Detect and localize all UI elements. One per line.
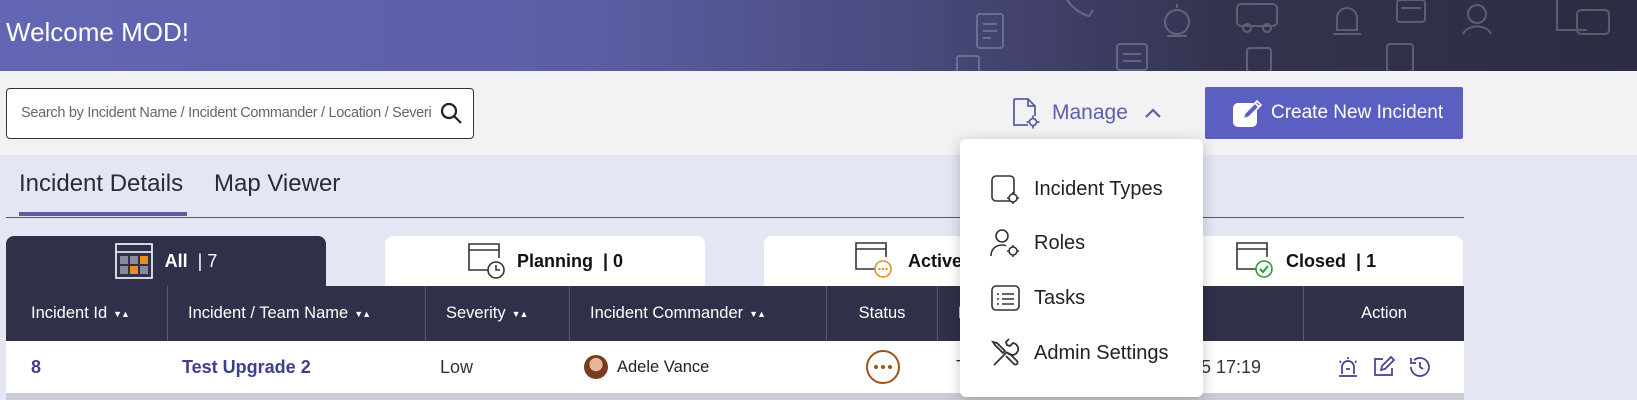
filter-all-label: All: [164, 250, 188, 271]
active-tab-indicator: [19, 212, 187, 216]
commander-name: Adele Vance: [617, 357, 710, 376]
header-decoration-icons: [956, 0, 1610, 71]
sort-icon: ▼▲: [113, 308, 130, 319]
column-header-incident-id[interactable]: Incident Id ▼▲: [6, 286, 168, 341]
manage-label: Manage: [1052, 101, 1128, 124]
column-label: Severity: [446, 304, 506, 322]
welcome-title: Welcome MOD!: [6, 17, 189, 47]
severity-value: Low: [440, 356, 474, 377]
column-label: Status: [858, 304, 906, 322]
search-box: [6, 88, 474, 139]
alert-siren-icon[interactable]: [1336, 355, 1360, 379]
row-actions: [1336, 341, 1432, 393]
menu-item-label: Tasks: [1034, 286, 1086, 309]
all-grid-icon: [114, 243, 153, 279]
filter-active-label: Active: [908, 250, 963, 271]
column-header-action: Action: [1304, 286, 1464, 341]
history-icon[interactable]: [1408, 355, 1432, 379]
sort-icon: ▼▲: [511, 308, 529, 319]
chevron-up-icon: [1145, 108, 1161, 118]
menu-item-label: Incident Types: [1034, 177, 1163, 200]
column-label: Action: [1361, 304, 1407, 322]
admin-settings-icon: [990, 337, 1020, 366]
search-icon[interactable]: [439, 101, 463, 125]
table-row: 8 Test Upgrade 2 Low Adele Vance T 5 17:…: [6, 341, 1464, 393]
status-in-progress-icon: [866, 350, 900, 384]
active-dots-icon: [855, 242, 892, 278]
incident-name-link[interactable]: Test Upgrade 2: [182, 341, 311, 393]
column-header-incident-commander[interactable]: Incident Commander ▼▲: [570, 286, 827, 341]
column-label: Incident Commander: [590, 304, 744, 322]
edit-icon[interactable]: [1372, 355, 1396, 379]
filter-all-count: | 7: [197, 250, 218, 271]
menu-item-roles[interactable]: Roles: [990, 223, 1085, 263]
incident-types-icon: [991, 174, 1019, 204]
incident-id-link[interactable]: 8: [31, 341, 41, 393]
table-row: [6, 393, 1464, 400]
modified-date-value: 5 17:19: [1201, 356, 1262, 377]
menu-item-tasks[interactable]: Tasks: [990, 278, 1085, 318]
app-header: Welcome MOD!: [0, 0, 1637, 71]
filter-planning-count: | 0: [602, 250, 624, 271]
filter-closed-count: | 1: [1356, 250, 1377, 271]
planning-clock-icon: [468, 243, 505, 279]
menu-item-label: Roles: [1034, 231, 1086, 254]
menu-item-label: Admin Settings: [1034, 341, 1169, 364]
sort-icon: ▼▲: [354, 308, 371, 319]
roles-icon: [990, 228, 1019, 257]
tab-incident-details[interactable]: Incident Details: [19, 170, 183, 198]
menu-item-incident-types[interactable]: Incident Types: [990, 169, 1163, 209]
column-label: Incident / Team Name: [188, 304, 349, 322]
tabs-divider: [6, 217, 1464, 218]
manage-dropdown-toggle[interactable]: Manage: [1010, 96, 1162, 130]
status-cell: [866, 341, 900, 393]
incident-commander: Adele Vance: [584, 341, 709, 393]
filter-tab-planning[interactable]: Planning | 0: [385, 236, 705, 286]
filter-tab-active[interactable]: Active: [764, 236, 964, 286]
tab-map-viewer[interactable]: Map Viewer: [214, 170, 340, 198]
column-header-status: Status: [827, 286, 938, 341]
column-header-incident-name[interactable]: Incident / Team Name ▼▲: [168, 286, 426, 341]
column-label: Incident Id: [31, 304, 108, 322]
filter-planning-label: Planning: [516, 250, 593, 271]
sort-icon: ▼▲: [749, 308, 766, 319]
closed-check-icon: [1236, 242, 1273, 278]
menu-item-admin-settings[interactable]: Admin Settings: [990, 333, 1169, 373]
column-header-severity[interactable]: Severity ▼▲: [426, 286, 570, 341]
edit-square-icon: [1233, 99, 1263, 127]
table-header: Incident Id ▼▲ Incident / Team Name ▼▲ Sev…: [6, 286, 1464, 341]
create-incident-button[interactable]: Create New Incident: [1205, 87, 1463, 139]
manage-file-gear-icon: [1013, 98, 1040, 129]
filter-tab-all[interactable]: All | 7: [6, 236, 326, 286]
avatar: [584, 355, 608, 379]
filter-closed-label: Closed: [1286, 250, 1347, 271]
create-incident-label: Create New Incident: [1271, 102, 1444, 123]
tasks-icon: [991, 284, 1020, 311]
search-input[interactable]: [21, 89, 431, 137]
